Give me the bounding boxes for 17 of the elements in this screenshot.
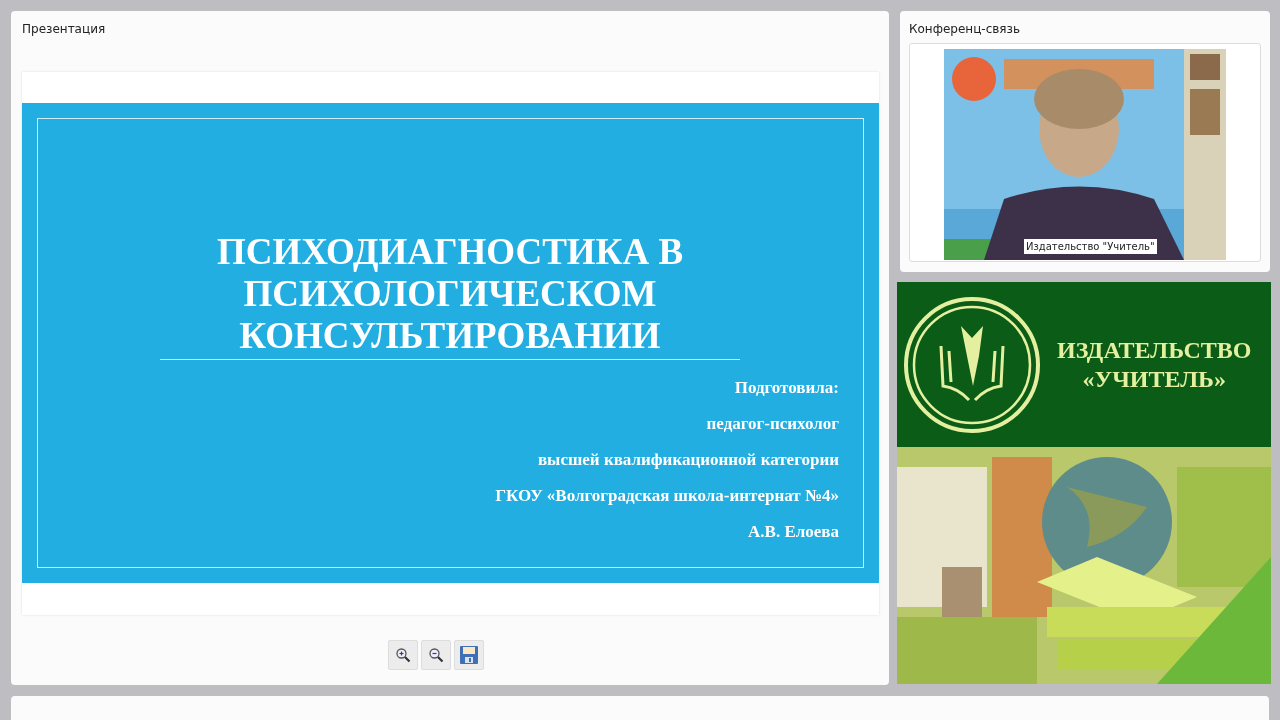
slide-text: Подготовила: [734, 377, 839, 399]
zoom-out-icon [428, 647, 444, 663]
video-caption: Издательство "Учитель" [1024, 239, 1157, 254]
banner-text: ИЗДАТЕЛЬСТВО [1057, 335, 1252, 365]
book-emblem-icon [903, 295, 1041, 434]
slide-text: педагог-психолог [706, 413, 839, 435]
zoom-in-button[interactable] [388, 640, 418, 670]
zoom-in-icon [395, 647, 411, 663]
zoom-out-button[interactable] [421, 640, 451, 670]
panel-title: Презентация [22, 21, 107, 38]
slide-text: А.В. Елоева [748, 521, 839, 543]
banner-text: «УЧИТЕЛЬ» [1082, 364, 1226, 394]
slide-text: высшей квалификационной категории [537, 449, 839, 471]
slide-title: ПСИХОДИАГНОСТИКА В ПСИХОЛОГИЧЕСКОМ КОНСУЛЬТИРОВАНИИ [160, 231, 740, 360]
slide-text: ГКОУ «Волгоградская школа-интернат №4» [495, 485, 839, 507]
panel-title: Конференц-связь [909, 21, 1022, 38]
save-button[interactable] [454, 640, 484, 670]
